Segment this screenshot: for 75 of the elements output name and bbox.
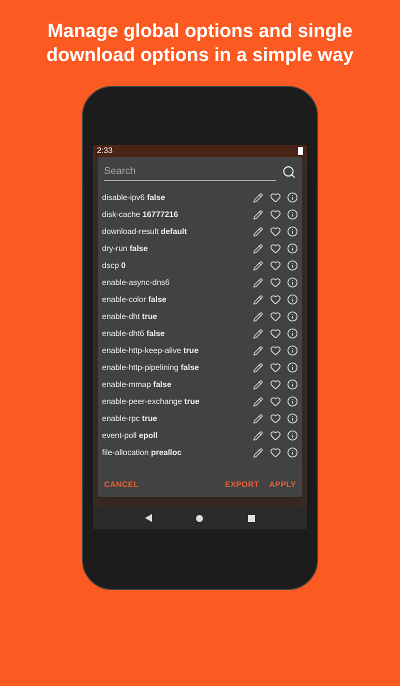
option-label: event-poll epoll — [102, 430, 159, 442]
option-label: enable-color false — [102, 294, 168, 306]
info-icon[interactable] — [287, 192, 298, 203]
option-label: disk-cache 16777216 — [102, 208, 180, 220]
overview-icon[interactable] — [248, 514, 255, 522]
search-icon[interactable] — [282, 165, 296, 179]
edit-icon[interactable] — [253, 210, 263, 220]
edit-icon[interactable] — [253, 192, 263, 202]
heart-icon[interactable] — [270, 328, 281, 339]
option-label: file-allocation prealloc — [102, 446, 183, 458]
info-icon[interactable] — [287, 209, 298, 220]
info-icon[interactable] — [287, 311, 298, 322]
edit-icon[interactable] — [253, 448, 263, 458]
info-icon[interactable] — [287, 328, 298, 339]
back-icon[interactable] — [145, 514, 152, 522]
heart-icon[interactable] — [270, 430, 281, 441]
heart-icon[interactable] — [270, 226, 281, 237]
option-label: dry-run false — [102, 242, 149, 254]
info-icon[interactable] — [287, 294, 298, 305]
edit-icon[interactable] — [253, 346, 263, 356]
export-button[interactable]: EXPORT — [224, 479, 260, 491]
info-icon[interactable] — [287, 277, 298, 288]
battery-icon — [298, 147, 303, 155]
edit-icon[interactable] — [253, 380, 263, 390]
info-icon[interactable] — [287, 260, 298, 271]
heart-icon[interactable] — [270, 260, 281, 271]
info-icon[interactable] — [287, 430, 298, 441]
status-time: 2:33 — [97, 147, 113, 155]
edit-icon[interactable] — [253, 362, 263, 372]
heart-icon[interactable] — [270, 362, 281, 373]
heart-icon[interactable] — [270, 396, 281, 407]
option-label: enable-dht6 false — [102, 328, 166, 340]
edit-icon[interactable] — [253, 294, 263, 304]
info-icon[interactable] — [287, 379, 298, 390]
option-label: enable-rpc true — [102, 412, 158, 424]
option-label: enable-mmap false — [102, 378, 172, 390]
info-icon[interactable] — [287, 396, 298, 407]
info-icon[interactable] — [287, 243, 298, 254]
edit-icon[interactable] — [253, 414, 263, 424]
option-label: dscp 0 — [102, 260, 127, 272]
heart-icon[interactable] — [270, 209, 281, 220]
heart-icon[interactable] — [270, 192, 281, 203]
heart-icon[interactable] — [270, 345, 281, 356]
heart-icon[interactable] — [270, 447, 281, 458]
heart-icon[interactable] — [270, 294, 281, 305]
search-field[interactable]: Search — [104, 163, 276, 181]
edit-icon[interactable] — [253, 260, 263, 270]
home-icon[interactable] — [196, 514, 204, 522]
headline: Manage global options and single download options in a simple way — [45, 20, 355, 68]
edit-icon[interactable] — [253, 312, 263, 322]
option-label: enable-dht true — [102, 310, 158, 322]
option-label: download-result default — [102, 226, 188, 238]
edit-icon[interactable] — [253, 328, 263, 338]
heart-icon[interactable] — [270, 379, 281, 390]
option-label: disable-ipv6 false — [102, 192, 166, 204]
edit-icon[interactable] — [253, 278, 263, 288]
edit-icon[interactable] — [253, 430, 263, 440]
heart-icon[interactable] — [270, 311, 281, 322]
apply-button[interactable]: APPLY — [269, 479, 296, 491]
info-icon[interactable] — [287, 362, 298, 373]
info-icon[interactable] — [287, 226, 298, 237]
info-icon[interactable] — [287, 447, 298, 458]
edit-icon[interactable] — [253, 396, 263, 406]
edit-icon[interactable] — [253, 226, 263, 236]
option-label: enable-peer-exchange true — [102, 396, 200, 408]
info-icon[interactable] — [287, 345, 298, 356]
info-icon[interactable] — [287, 413, 298, 424]
option-label: enable-http-pipelining false — [102, 362, 200, 374]
heart-icon[interactable] — [270, 277, 281, 288]
edit-icon[interactable] — [253, 244, 263, 254]
cancel-button[interactable]: CANCEL — [104, 479, 139, 491]
option-label: enable-http-keep-alive true — [102, 344, 200, 356]
option-label: enable-async-dns6 — [102, 276, 171, 288]
heart-icon[interactable] — [270, 243, 281, 254]
heart-icon[interactable] — [270, 413, 281, 424]
